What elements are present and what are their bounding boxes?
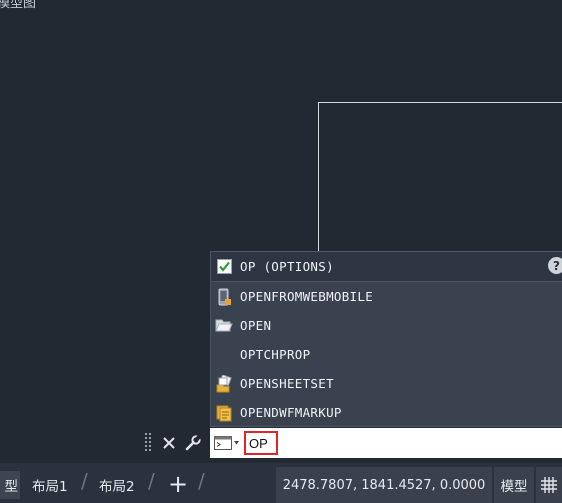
tab-separator: /: [81, 469, 88, 493]
autocomplete-header-label: OP (OPTIONS): [240, 259, 334, 274]
folder-open-icon: [215, 317, 233, 335]
autocomplete-item-label: OPEN: [240, 318, 272, 333]
autocomplete-header[interactable]: OP (OPTIONS) ?: [211, 252, 562, 282]
tab-layout1[interactable]: 布局1: [32, 471, 68, 499]
autocomplete-item-label: OPENFROMWEBMOBILE: [240, 289, 374, 304]
add-layout-button[interactable]: +: [166, 469, 190, 499]
drawing-canvas[interactable]: 模型图 OP (OPTIONS) ? OPENFROMWEBMOBILE OPE…: [0, 0, 562, 463]
coordinates-readout[interactable]: 2478.7807, 1841.4527, 0.0000: [276, 467, 492, 503]
help-icon[interactable]: ?: [548, 257, 562, 274]
canvas-corner-label: 模型图: [0, 0, 37, 11]
tab-model[interactable]: 型: [0, 471, 20, 499]
grid-icon[interactable]: [536, 467, 562, 503]
close-icon[interactable]: [159, 433, 179, 453]
command-prompt-icon[interactable]: [214, 435, 240, 451]
autocomplete-item-label: OPTCHPROP: [240, 347, 311, 362]
drawing-rectangle-outline: [318, 102, 562, 263]
sheetset-icon: [215, 374, 233, 393]
command-line-bar: [142, 428, 562, 458]
wrench-icon[interactable]: [183, 433, 203, 453]
status-bar: 型 布局1 / 布局2 / + / 2478.7807, 1841.4527, …: [0, 463, 562, 503]
tab-separator: /: [198, 469, 205, 493]
autocomplete-item[interactable]: OPENFROMWEBMOBILE: [211, 282, 562, 311]
tab-layout2[interactable]: 布局2: [99, 471, 135, 499]
autocomplete-item-label: OPENSHEETSET: [240, 376, 334, 391]
command-autocomplete-popup: OP (OPTIONS) ? OPENFROMWEBMOBILE OPEN OP…: [210, 251, 562, 427]
autocomplete-item[interactable]: OPENDWFMARKUP: [211, 398, 562, 427]
mobile-device-icon: [215, 288, 233, 306]
dwf-markup-icon: [215, 404, 233, 422]
autocomplete-item-label: OPENDWFMARKUP: [240, 405, 342, 420]
autocomplete-item[interactable]: OPEN: [211, 311, 562, 340]
autocomplete-item[interactable]: OPENSHEETSET: [211, 369, 562, 398]
autocomplete-item[interactable]: OPTCHPROP: [211, 340, 562, 369]
checkbox-checked-icon: [215, 258, 233, 276]
model-space-button[interactable]: 模型: [494, 467, 534, 503]
command-line-field: [210, 428, 562, 458]
drag-handle-icon[interactable]: [145, 433, 153, 453]
tab-separator: /: [148, 469, 155, 493]
command-input[interactable]: [244, 431, 278, 455]
